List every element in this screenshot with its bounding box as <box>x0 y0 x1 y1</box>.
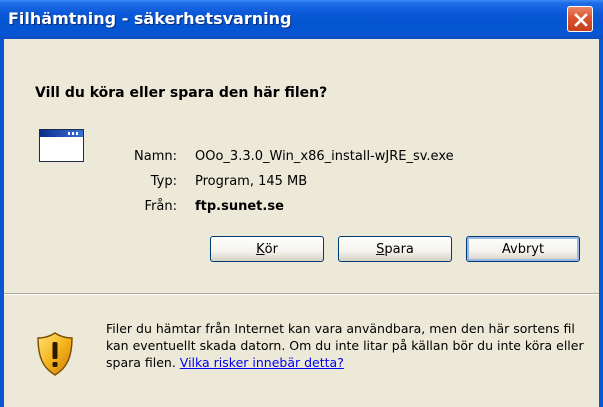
warning-text: Filer du hämtar från Internet kan vara a… <box>106 320 586 371</box>
window-frame-right <box>599 39 603 407</box>
save-button[interactable]: Spara <box>338 236 452 262</box>
security-shield-warning-icon <box>37 332 73 376</box>
warning-message: Filer du hämtar från Internet kan vara a… <box>106 321 584 370</box>
separator-highlight <box>4 294 599 295</box>
title-bar[interactable]: Filhämtning - säkerhetsvarning <box>0 0 603 39</box>
cancel-button-label: Avbryt <box>501 241 545 257</box>
run-button-mnemonic: K <box>256 241 265 257</box>
run-button[interactable]: Kör <box>210 236 324 262</box>
file-from-value: ftp.sunet.se <box>195 199 284 214</box>
risks-link[interactable]: Vilka risker innebär detta? <box>180 355 344 370</box>
close-button[interactable] <box>567 6 593 32</box>
icon-window-controls <box>68 132 80 135</box>
file-name-value: OOo_3.3.0_Win_x86_install-wJRE_sv.exe <box>195 149 454 164</box>
save-button-mnemonic: S <box>376 241 385 257</box>
question-heading: Vill du köra eller spara den här filen? <box>35 85 328 101</box>
run-button-label: ör <box>264 241 278 257</box>
cancel-button[interactable]: Avbryt <box>466 236 580 262</box>
file-type-value: Program, 145 MB <box>195 174 308 189</box>
window-title: Filhämtning - säkerhetsvarning <box>8 9 292 28</box>
file-type-label: Typ: <box>150 174 177 189</box>
file-from-label: Från: <box>144 199 177 214</box>
window-frame-left <box>0 39 4 407</box>
close-icon <box>574 13 588 27</box>
program-window-icon <box>39 129 84 162</box>
save-button-label: para <box>384 241 414 257</box>
file-name-label: Namn: <box>134 149 177 164</box>
